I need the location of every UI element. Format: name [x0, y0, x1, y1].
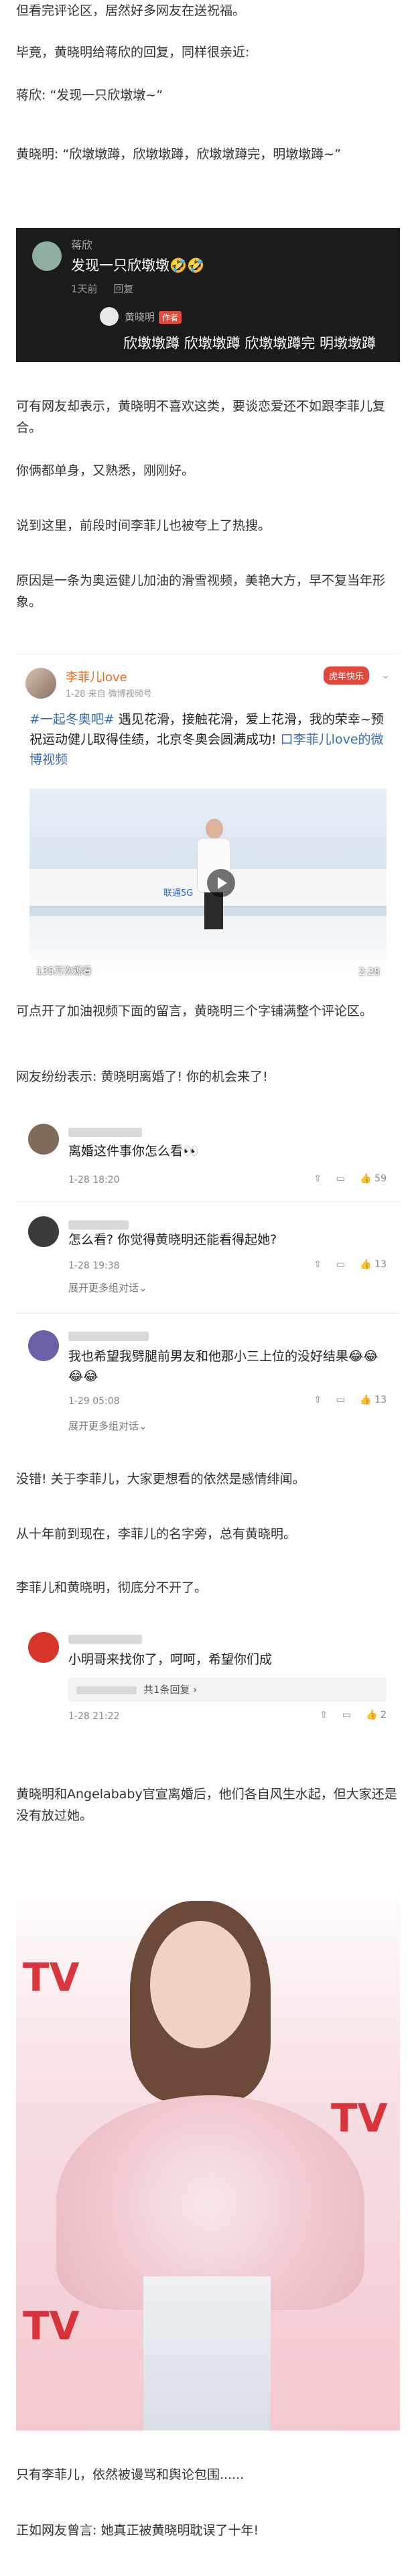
comment-actions: ⇧ ▭ 👍 59	[314, 1173, 387, 1184]
avatar[interactable]	[28, 1330, 59, 1361]
reply-count-link[interactable]: 共1条回复 ›	[143, 1684, 197, 1696]
reply-user-line: 黄晓明 作者	[125, 310, 182, 324]
comment-user: 蒋欣	[71, 239, 93, 251]
play-icon[interactable]	[207, 869, 235, 897]
avatar	[32, 241, 62, 271]
avatar[interactable]	[28, 1124, 59, 1155]
paragraph: 李菲儿和黄晓明，彻底分不开了。	[16, 1580, 208, 1595]
comment-text: 小明哥来找你了，呵呵，希望你们成	[68, 1652, 273, 1667]
paragraph: 蒋欣: “发现一只欣墩墩~”	[16, 88, 163, 103]
chevron-down-icon[interactable]: ⌄	[380, 668, 391, 682]
comment-actions: ⇧ ▭ 👍 13	[314, 1259, 387, 1270]
comment-time: 1-29 05:08	[68, 1396, 120, 1407]
post-meta: 1-28 来自 微博视频号	[66, 689, 152, 699]
paragraph: 只有李菲儿，依然被谩骂和舆论包围......	[16, 2467, 245, 2482]
post-body: #一起冬奥吧# 遇见花滑，接触花滑，爱上花滑，我的荣幸~预祝运动健儿取得佳绩，北…	[29, 709, 387, 770]
reply-summary[interactable]: 共1条回复 ›	[68, 1678, 387, 1702]
redacted-username	[68, 1220, 129, 1230]
paragraph: 黄晓明和Angelababy官宣离婚后，他们各自风生水起，但大家还是没有放过她。	[16, 1787, 397, 1823]
hashtag-link[interactable]: #一起冬奥吧#	[29, 712, 115, 727]
share-icon[interactable]: ⇧	[314, 1173, 322, 1184]
celebrity-photo: TV TV TV	[16, 1874, 400, 2431]
like-count: 2	[380, 1710, 387, 1720]
like-count: 59	[374, 1173, 387, 1184]
backdrop-logo-text: TV	[23, 1954, 80, 2000]
paragraph: 从十年前到现在，李菲儿的名字旁，总有黄晓明。	[16, 1527, 297, 1541]
weibo-post: 李菲儿love 1-28 来自 微博视频号 虎年快乐 ⌄ #一起冬奥吧# 遇见花…	[16, 654, 400, 990]
share-icon[interactable]: ⇧	[320, 1710, 328, 1720]
paragraph: 可有网友却表示，黄晓明不喜欢这类，要谈恋爱还不如跟李菲儿复合。	[16, 399, 386, 435]
redacted-username	[68, 1635, 142, 1644]
video-player[interactable]: 联通5G 135万次观看 2:28	[29, 788, 387, 983]
comment-time: 1-28 19:38	[68, 1261, 120, 1271]
paragraph: 你俩都单身，又熟悉，刚刚好。	[16, 463, 195, 478]
comment-actions: ⇧ ▭ 👍 13	[314, 1395, 387, 1405]
avatar	[100, 307, 119, 326]
like-button[interactable]: 👍 13	[360, 1395, 387, 1405]
redacted-username	[68, 1332, 149, 1341]
comment-meta: 1天前 回复	[71, 282, 133, 296]
comment-time: 1-28 21:22	[68, 1711, 120, 1722]
share-icon[interactable]: ⇧	[314, 1259, 322, 1270]
avatar[interactable]	[28, 1632, 59, 1663]
comment-text: 我也希望我劈腿前男友和他那小三上位的没好结果😂😂😂😂	[68, 1349, 378, 1384]
comment-card: 离婚这件事你怎么看👀 1-28 18:20 ⇧ ▭ 👍 59	[16, 1114, 400, 1195]
redacted-username	[68, 1128, 142, 1137]
backdrop-logo-text: TV	[23, 2303, 80, 2349]
like-button[interactable]: 👍 59	[360, 1173, 387, 1184]
share-icon[interactable]: ⇧	[314, 1395, 322, 1405]
reply-icon[interactable]: ▭	[336, 1259, 345, 1270]
like-count: 13	[374, 1395, 387, 1405]
paragraph: 原因是一条为奥运健儿加油的滑雪视频，美艳大方，早不复当年形象。	[16, 573, 386, 609]
paragraph: 可点开了加油视频下面的留言，黄晓明三个字铺满整个评论区。	[16, 1004, 373, 1018]
reply-user: 黄晓明	[125, 311, 155, 323]
comment-card: 我也希望我劈腿前男友和他那小三上位的没好结果😂😂😂😂 1-29 05:08 ⇧ …	[16, 1318, 400, 1446]
face-shape	[150, 1921, 251, 2048]
status-badge: 虎年快乐	[323, 666, 369, 685]
comment-time: 1天前	[71, 283, 98, 295]
video-duration: 2:28	[358, 967, 380, 978]
post-author[interactable]: 李菲儿love	[66, 668, 127, 685]
paragraph: 黄晓明: “欣墩墩蹲，欣墩墩蹲，欣墩墩蹲完，明墩墩蹲~”	[16, 147, 342, 162]
like-button[interactable]: 👍 2	[366, 1710, 387, 1720]
comment-text: 发现一只欣墩墩🤣🤣	[71, 257, 205, 274]
author-tag: 作者	[159, 311, 182, 324]
dress-shape	[143, 2276, 271, 2431]
comment-card: 怎么看? 你觉得黄晓明还能看得起她? 1-28 19:38 ⇧ ▭ 👍 13 展…	[16, 1207, 400, 1307]
expand-replies-link[interactable]: 展开更多组对话⌄	[68, 1419, 147, 1433]
avatar[interactable]	[28, 1216, 59, 1247]
sponsor-text: 联通5G	[163, 888, 194, 898]
paragraph: 但看完评论区，居然好多网友在送祝福。	[16, 3, 246, 18]
comment-text: 怎么看? 你觉得黄晓明还能看得起她?	[68, 1232, 277, 1247]
like-button[interactable]: 👍 13	[360, 1259, 387, 1270]
reply-text: 欣墩墩蹲 欣墩墩蹲 欣墩墩蹲完 明墩墩蹲	[123, 335, 376, 351]
reply-icon[interactable]: ▭	[336, 1395, 345, 1405]
like-count: 13	[374, 1259, 387, 1270]
reply-link[interactable]: 回复	[113, 283, 133, 295]
comment-actions: ⇧ ▭ 👍 2	[320, 1710, 387, 1720]
paragraph: 毕竟，黄晓明给蒋欣的回复，同样很亲近:	[16, 45, 250, 60]
paragraph: 正如网友曾言: 她真正被黄晓明耽误了十年!	[16, 2523, 259, 2538]
expand-replies-link[interactable]: 展开更多组对话⌄	[68, 1281, 147, 1295]
comment-text: 离婚这件事你怎么看👀	[68, 1144, 199, 1159]
comment-card: 小明哥来找你了，呵呵，希望你们成 共1条回复 › 1-28 21:22 ⇧ ▭ …	[16, 1623, 400, 1730]
comment-screenshot-dark: 蒋欣 发现一只欣墩墩🤣🤣 1天前 回复 黄晓明 作者 欣墩墩蹲 欣墩墩蹲 欣墩墩蹲…	[16, 228, 400, 362]
paragraph: 没错! 关于李菲儿，大家更想看的依然是感情绯闻。	[16, 1472, 305, 1486]
paragraph: 网友纷纷表示: 黄晓明离婚了! 你的机会来了!	[16, 1069, 268, 1084]
reply-icon[interactable]: ▭	[336, 1173, 345, 1184]
reply-icon[interactable]: ▭	[342, 1710, 351, 1720]
backdrop-logo-text: TV	[331, 2095, 388, 2141]
view-count: 135万次观看	[36, 966, 92, 977]
paragraph: 说到这里，前段时间李菲儿也被夸上了热搜。	[16, 518, 271, 533]
avatar[interactable]	[25, 668, 56, 699]
comment-time: 1-28 18:20	[68, 1175, 120, 1185]
